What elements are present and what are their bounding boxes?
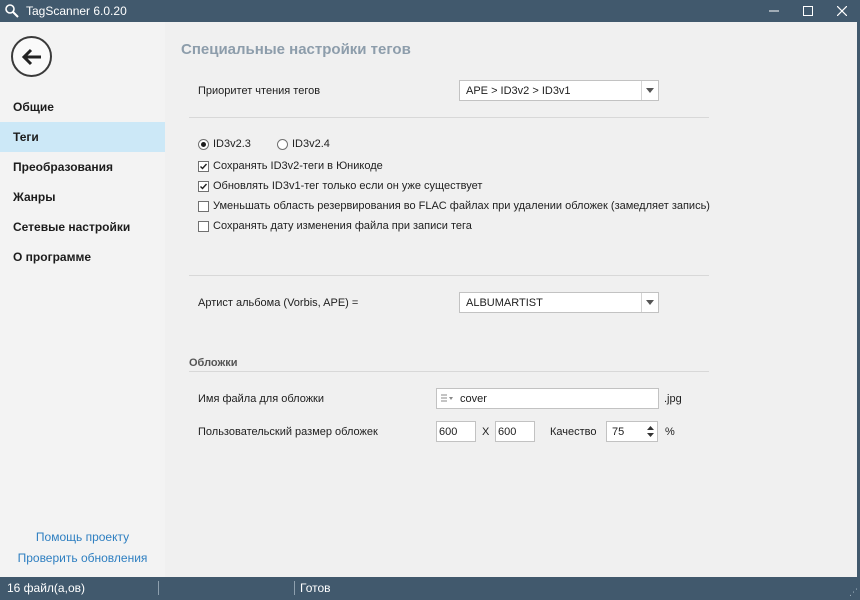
cover-filename-ext: .jpg (664, 393, 682, 405)
back-button[interactable] (11, 36, 52, 77)
help-project-link[interactable]: Помощь проекту (0, 530, 165, 544)
checkbox-unicode-id3v2[interactable] (198, 161, 209, 172)
album-artist-label: Артист альбома (Vorbis, APE) = (198, 297, 359, 309)
checkbox-update-id3v1[interactable] (198, 181, 209, 192)
settings-panel: Специальные настройки тегов Приоритет чт… (165, 22, 857, 577)
priority-select-value: APE > ID3v2 > ID3v1 (466, 85, 571, 97)
cover-filename-label: Имя файла для обложки (198, 393, 325, 405)
checkmark-icon (200, 163, 208, 170)
cover-filename-input[interactable]: cover (436, 388, 659, 409)
cover-size-label: Пользовательский размер обложек (198, 426, 378, 438)
page-title: Специальные настройки тегов (181, 41, 411, 58)
title-bar: TagScanner 6.0.20 (0, 0, 860, 22)
checkbox-flac-padding-label: Уменьшать область резервирования во FLAC… (213, 200, 710, 212)
cover-filename-value: cover (460, 393, 487, 405)
chevron-down-icon (641, 81, 658, 100)
divider (189, 275, 709, 276)
cover-height-value: 600 (498, 426, 517, 438)
arrow-left-icon (21, 48, 41, 65)
minimize-button[interactable] (757, 0, 791, 22)
maximize-button[interactable] (791, 0, 825, 22)
close-button[interactable] (825, 0, 859, 22)
magnifier-app-icon (4, 3, 20, 19)
cover-height-input[interactable]: 600 (495, 421, 535, 442)
sidebar-item-genres[interactable]: Жанры (0, 182, 165, 212)
window-title: TagScanner 6.0.20 (26, 4, 127, 18)
quality-stepper[interactable]: 75 (606, 421, 658, 442)
cover-width-input[interactable]: 600 (436, 421, 476, 442)
sidebar-item-tags[interactable]: Теги (0, 122, 165, 152)
checkbox-preserve-date-label: Сохранять дату изменения файла при запис… (213, 220, 472, 232)
status-divider (158, 581, 159, 595)
spin-arrows-icon[interactable] (645, 423, 655, 440)
checkbox-flac-padding[interactable] (198, 201, 209, 212)
radio-id3v24[interactable] (277, 139, 288, 150)
radio-id3v23[interactable] (198, 139, 209, 150)
checkbox-update-id3v1-label: Обновлять ID3v1-тег только если он уже с… (213, 180, 483, 192)
album-artist-select[interactable]: ALBUMARTIST (459, 292, 659, 313)
minimize-icon (769, 10, 779, 12)
sidebar: Общие Теги Преобразования Жанры Сетевые … (0, 22, 165, 577)
size-separator: X (482, 426, 490, 438)
radio-id3v24-label: ID3v2.4 (292, 138, 330, 150)
sidebar-item-general[interactable]: Общие (0, 92, 165, 122)
close-icon (837, 6, 847, 16)
cover-width-value: 600 (439, 426, 458, 438)
priority-select[interactable]: APE > ID3v2 > ID3v1 (459, 80, 659, 101)
divider (189, 371, 709, 372)
maximize-icon (803, 6, 813, 16)
divider (189, 117, 709, 118)
covers-section-title: Обложки (189, 357, 238, 369)
sidebar-item-conversions[interactable]: Преобразования (0, 152, 165, 182)
radio-id3v23-label: ID3v2.3 (213, 138, 251, 150)
checkbox-unicode-id3v2-label: Сохранять ID3v2-теги в Юникоде (213, 160, 383, 172)
chevron-down-icon (641, 293, 658, 312)
status-state: Готов (300, 581, 331, 595)
quality-value: 75 (612, 426, 625, 438)
quality-label: Качество (550, 426, 597, 438)
check-updates-link[interactable]: Проверить обновления (0, 551, 165, 565)
status-divider (294, 581, 295, 595)
album-artist-select-value: ALBUMARTIST (466, 297, 543, 309)
sidebar-item-network[interactable]: Сетевые настройки (0, 212, 165, 242)
sidebar-item-about[interactable]: О программе (0, 242, 165, 272)
list-icon[interactable] (441, 393, 453, 406)
status-file-count: 16 файл(а,ов) (7, 581, 85, 595)
priority-label: Приоритет чтения тегов (198, 85, 321, 97)
checkbox-preserve-date[interactable] (198, 221, 209, 232)
checkmark-icon (200, 183, 208, 190)
resize-grip-icon[interactable]: ⋰ (849, 587, 858, 598)
percent-sign: % (665, 426, 675, 438)
status-bar: 16 файл(а,ов) Готов ⋰ (0, 577, 860, 600)
